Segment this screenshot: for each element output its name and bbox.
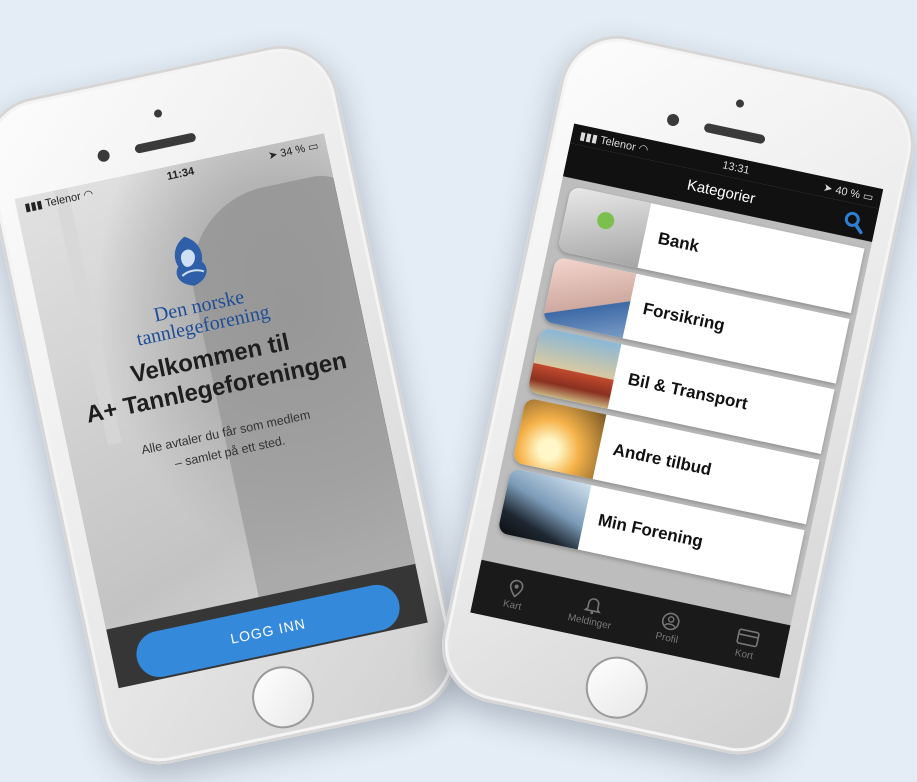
- page-title: Kategorier: [685, 176, 757, 208]
- wifi-icon: ◠: [82, 187, 95, 202]
- tab-meldinger[interactable]: Meldinger: [554, 587, 629, 634]
- map-pin-icon: [509, 579, 524, 597]
- battery-icon: ▭: [306, 139, 320, 154]
- home-button[interactable]: [246, 660, 320, 735]
- tab-label: Kart: [502, 597, 523, 613]
- category-label: Forsikring: [641, 299, 727, 335]
- bell-icon: [582, 597, 601, 614]
- card-icon: [735, 627, 760, 647]
- category-list: Bank Forsikring Bil & Transport Andre ti…: [486, 184, 870, 602]
- category-thumbnail: [527, 327, 622, 409]
- logo-emblem-icon: [162, 230, 216, 292]
- category-label: Min Forening: [596, 510, 705, 552]
- tab-label: Kort: [733, 647, 755, 662]
- location-icon: ➤: [267, 148, 279, 162]
- search-icon: [844, 211, 863, 235]
- location-icon: ➤: [822, 181, 834, 196]
- welcome-screen: ▮▮▮ Telenor ◠ 11:34 ➤ 34 % ▭ Den norske: [14, 133, 428, 689]
- earpiece-speaker: [703, 122, 766, 145]
- signal-icon: ▮▮▮: [23, 198, 44, 214]
- front-camera: [96, 148, 111, 163]
- category-thumbnail: [497, 467, 592, 550]
- profile-icon: [661, 612, 680, 630]
- tab-kart[interactable]: Kart: [477, 571, 552, 618]
- category-label: Andre tilbud: [611, 439, 714, 480]
- earpiece-speaker: [134, 132, 197, 154]
- tab-label: Meldinger: [566, 611, 613, 632]
- category-label: Bank: [656, 228, 701, 256]
- wifi-icon: ◠: [637, 142, 650, 156]
- front-camera: [665, 112, 681, 128]
- proximity-sensor: [153, 108, 163, 119]
- status-time: 11:34: [165, 165, 196, 183]
- tab-kort[interactable]: Kort: [709, 620, 784, 667]
- categories-screen: ▮▮▮ Telenor ◠ 13:31 ➤ 40 % ▭ Kategorier: [470, 123, 884, 679]
- category-thumbnail: [557, 186, 652, 268]
- left-phone: ▮▮▮ Telenor ◠ 11:34 ➤ 34 % ▭ Den norske: [0, 35, 467, 775]
- signal-icon: ▮▮▮: [578, 129, 599, 146]
- home-button[interactable]: [580, 650, 654, 725]
- status-time: 13:31: [721, 159, 751, 177]
- tab-label: Profil: [654, 630, 680, 646]
- category-thumbnail: [512, 397, 607, 480]
- proximity-sensor: [735, 98, 745, 109]
- search-button[interactable]: [840, 208, 868, 236]
- tab-profil[interactable]: Profil: [631, 604, 706, 651]
- category-thumbnail: [542, 256, 637, 339]
- battery-icon: ▭: [861, 189, 875, 204]
- right-phone: ▮▮▮ Telenor ◠ 13:31 ➤ 40 % ▭ Kategorier: [431, 25, 917, 765]
- category-label: Bil & Transport: [626, 369, 750, 414]
